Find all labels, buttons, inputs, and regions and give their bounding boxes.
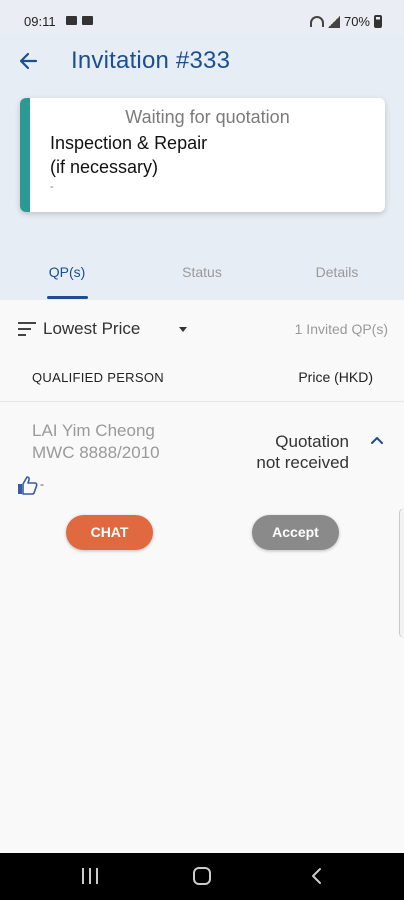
card-title: Inspection & Repair (if necessary): [50, 131, 370, 179]
signal-icon: [327, 15, 340, 28]
list-header: QUALIFIED PERSON Price (HKD): [0, 356, 404, 402]
invitation-card: Waiting for quotation Inspection & Repai…: [20, 98, 385, 212]
sort-dropdown[interactable]: Lowest Price: [43, 319, 140, 339]
system-nav-bar: [0, 853, 404, 900]
quotation-status: Quotation not received: [256, 431, 349, 473]
battery-percent: 70%: [343, 14, 370, 29]
qp-list-panel: Lowest Price 1 Invited QP(s) QUALIFIED P…: [0, 300, 404, 853]
qp-registration: MWC 8888/2010: [32, 443, 160, 462]
back-nav-icon[interactable]: [310, 867, 324, 885]
page-title: Invitation #333: [71, 47, 231, 74]
card-status: Waiting for quotation: [125, 107, 290, 127]
notification-icon: [82, 16, 93, 25]
list-item: LAI Yim Cheong MWC 8888/2010 - Quotation…: [0, 403, 404, 563]
caret-down-icon[interactable]: [179, 327, 187, 332]
accept-button[interactable]: Accept: [252, 515, 339, 550]
quotation-status-line1: Quotation: [275, 432, 349, 451]
arrow-left-icon: [19, 52, 38, 70]
qp-rating: -: [40, 477, 44, 491]
edge-panel-handle[interactable]: [399, 508, 404, 638]
quotation-status-line2: not received: [256, 453, 349, 472]
status-bar: 09:11 70%: [0, 0, 404, 34]
card-subtitle: -: [50, 181, 54, 193]
column-header-price: Price (HKD): [298, 369, 373, 385]
tab-details[interactable]: Details: [277, 264, 397, 280]
chevron-up-icon[interactable]: [370, 433, 384, 447]
active-tab-indicator: [47, 296, 88, 299]
recent-apps-icon[interactable]: [82, 868, 98, 884]
thumbs-up-icon: [16, 475, 38, 495]
sort-row: Lowest Price 1 Invited QP(s): [0, 300, 404, 356]
app-header: Invitation #333: [0, 34, 404, 90]
tab-qps[interactable]: QP(s): [7, 264, 127, 280]
status-time: 09:11: [24, 14, 56, 29]
home-icon[interactable]: [193, 867, 211, 885]
sort-icon[interactable]: [18, 322, 36, 336]
status-right: 70%: [309, 14, 382, 29]
card-title-line2: (if necessary): [50, 157, 159, 177]
invited-count: 1 Invited QP(s): [294, 321, 388, 337]
back-button[interactable]: [14, 46, 44, 76]
card-title-line1: Inspection & Repair: [50, 133, 208, 153]
notification-icon: [66, 16, 77, 25]
column-header-qualified-person: QUALIFIED PERSON: [32, 370, 164, 385]
card-accent: [20, 98, 30, 212]
battery-icon: [374, 15, 382, 28]
tab-bar: QP(s) Status Details: [0, 250, 404, 300]
chat-button[interactable]: CHAT: [66, 515, 153, 550]
tab-status[interactable]: Status: [142, 264, 262, 280]
wifi-icon: [309, 16, 324, 27]
qp-name: LAI Yim Cheong: [32, 421, 155, 440]
